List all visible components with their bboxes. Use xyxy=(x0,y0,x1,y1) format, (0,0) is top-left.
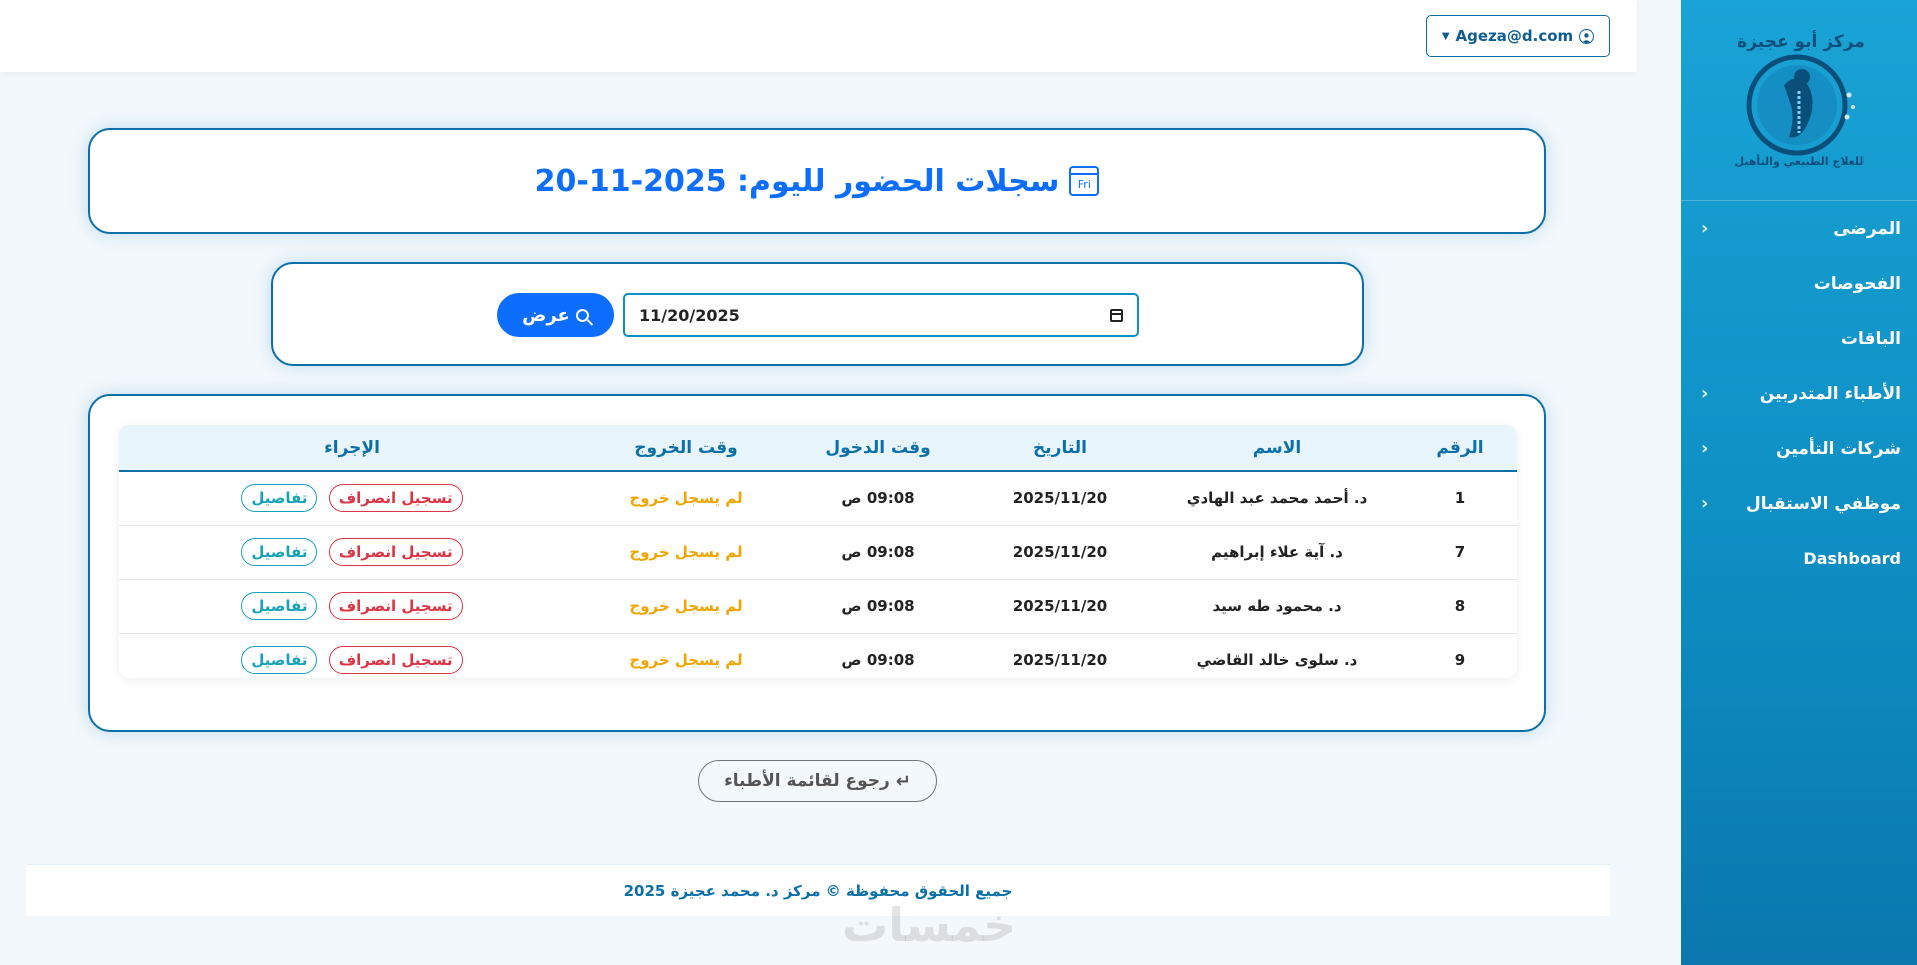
sidebar-item-receptionists[interactable]: موظفي الاستقبال ‹ xyxy=(1681,476,1917,531)
details-button[interactable]: تفاصيل xyxy=(241,538,318,566)
attendance-table-card: الرقم الاسم التاريخ وقت الدخول وقت الخرو… xyxy=(88,394,1546,732)
header-check-out: وقت الخروج xyxy=(634,437,738,458)
table-header-row: الرقم الاسم التاريخ وقت الدخول وقت الخرو… xyxy=(119,425,1517,471)
table-row: 8 د. محمود طه سيد 2025/11/20 09:08 ص لم … xyxy=(119,579,1517,633)
top-navbar: ▼ Ageza@d.com xyxy=(0,0,1637,72)
page-title: سجلات الحضور لليوم: 2025-11-20 xyxy=(534,163,1060,199)
record-departure-button[interactable]: تسجيل انصراف xyxy=(328,592,463,620)
header-id: الرقم xyxy=(1436,437,1484,458)
cell-id: 1 xyxy=(1454,489,1466,508)
footer-copyright: جميع الحقوق محفوظة © مركز د. محمد عجيزة … xyxy=(623,881,1013,900)
chevron-left-icon: ‹ xyxy=(1701,383,1709,404)
sidebar-item-label: الأطباء المتدربين xyxy=(1759,383,1901,404)
cell-date: 2025/11/20 xyxy=(1012,489,1108,508)
sidebar-item-label: المرضى xyxy=(1833,218,1901,239)
user-menu-button[interactable]: ▼ Ageza@d.com xyxy=(1426,15,1610,57)
calendar-picker-icon[interactable] xyxy=(1110,308,1123,322)
cell-check-in: 09:08 ص xyxy=(841,489,915,508)
cell-check-out: لم يسجل خروج xyxy=(629,597,743,615)
sidebar-item-packages[interactable]: الباقات xyxy=(1681,311,1917,366)
cell-check-out: لم يسجل خروج xyxy=(629,651,743,669)
show-button[interactable]: عرض xyxy=(497,293,614,337)
watermark: خمسات xyxy=(842,898,1017,952)
user-circle-icon xyxy=(1579,28,1595,44)
title-card: Fri سجلات الحضور لليوم: 2025-11-20 xyxy=(88,128,1546,234)
cell-id: 8 xyxy=(1454,597,1466,615)
return-arrow-icon: ↵ xyxy=(895,770,911,792)
cell-date: 2025/11/20 xyxy=(1012,651,1108,669)
sidebar-item-label: الباقات xyxy=(1840,328,1901,349)
sidebar-item-label: الفحوصات xyxy=(1813,273,1901,294)
footer: جميع الحقوق محفوظة © مركز د. محمد عجيزة … xyxy=(26,864,1610,916)
cell-check-in: 09:08 ص xyxy=(841,651,915,669)
date-filter-card: 11/20/2025 عرض xyxy=(271,262,1364,366)
cell-actions: تسجيل انصراف تفاصيل xyxy=(119,579,585,633)
sidebar-item-insurance-companies[interactable]: شركات التأمين ‹ xyxy=(1681,421,1917,476)
back-button-label: رجوع لقائمة الأطباء xyxy=(724,771,890,791)
cell-check-out: لم يسجل خروج xyxy=(629,543,743,561)
cell-actions: تسجيل انصراف تفاصيل xyxy=(119,471,585,525)
sidebar-item-dashboard[interactable]: Dashboard xyxy=(1681,531,1917,586)
details-button[interactable]: تفاصيل xyxy=(241,484,318,513)
attendance-table: الرقم الاسم التاريخ وقت الدخول وقت الخرو… xyxy=(119,425,1517,678)
header-name: الاسم xyxy=(1252,437,1302,458)
cell-id: 9 xyxy=(1454,651,1466,669)
sidebar-item-trainee-doctors[interactable]: الأطباء المتدربين ‹ xyxy=(1681,366,1917,421)
user-email: Ageza@d.com xyxy=(1455,27,1574,45)
calendar-day-label: Fri xyxy=(1077,178,1091,191)
cell-check-in: 09:08 ص xyxy=(841,597,915,615)
sidebar: مركز أبو عجيزة للعلاج الطبيعي والتأهيل ا… xyxy=(1681,0,1917,965)
record-departure-button[interactable]: تسجيل انصراف xyxy=(328,484,463,513)
logo-title: مركز أبو عجيزة xyxy=(1737,30,1865,52)
record-departure-button[interactable]: تسجيل انصراف xyxy=(328,538,463,566)
table-row: 1 د. أحمد محمد عبد الهادي 2025/11/20 09:… xyxy=(119,471,1517,525)
cell-actions: تسجيل انصراف تفاصيل xyxy=(119,525,585,579)
cell-name: د. سلوى خالد القاضي xyxy=(1196,651,1358,669)
sidebar-item-label: موظفي الاستقبال xyxy=(1745,493,1901,514)
cell-id: 7 xyxy=(1454,543,1466,561)
date-input[interactable]: 11/20/2025 xyxy=(623,293,1139,337)
record-departure-button[interactable]: تسجيل انصراف xyxy=(328,646,463,674)
table-row: 9 د. سلوى خالد القاضي 2025/11/20 09:08 ص… xyxy=(119,633,1517,678)
cell-check-in: 09:08 ص xyxy=(841,543,915,561)
caret-down-icon: ▼ xyxy=(1441,30,1450,42)
cell-name: د. محمود طه سيد xyxy=(1212,597,1342,615)
sidebar-item-patients[interactable]: المرضى ‹ xyxy=(1681,201,1917,256)
search-icon xyxy=(575,308,589,322)
header-check-in: وقت الدخول xyxy=(825,437,931,458)
chevron-left-icon: ‹ xyxy=(1701,438,1709,459)
center-logo: مركز أبو عجيزة للعلاج الطبيعي والتأهيل xyxy=(1681,0,1917,201)
chevron-left-icon: ‹ xyxy=(1701,218,1709,239)
calendar-icon: Fri xyxy=(1069,166,1100,196)
show-button-label: عرض xyxy=(522,304,570,326)
cell-check-out: لم يسجل خروج xyxy=(629,489,743,508)
chevron-left-icon: ‹ xyxy=(1701,493,1709,514)
date-value: 11/20/2025 xyxy=(639,305,740,325)
logo-subtitle: للعلاج الطبيعي والتأهيل xyxy=(1735,154,1864,169)
sidebar-item-label: Dashboard xyxy=(1803,549,1901,568)
cell-name: د. آية علاء إبراهيم xyxy=(1211,543,1343,561)
table-row: 7 د. آية علاء إبراهيم 2025/11/20 09:08 ص… xyxy=(119,525,1517,579)
sidebar-item-label: شركات التأمين xyxy=(1776,438,1901,459)
cell-actions: تسجيل انصراف تفاصيل xyxy=(119,633,585,678)
details-button[interactable]: تفاصيل xyxy=(241,646,318,674)
cell-name: د. أحمد محمد عبد الهادي xyxy=(1186,489,1368,508)
header-action: الإجراء xyxy=(324,437,380,458)
cell-date: 2025/11/20 xyxy=(1012,597,1108,615)
back-to-doctors-button[interactable]: ↵ رجوع لقائمة الأطباء xyxy=(698,760,937,802)
sidebar-item-examinations[interactable]: الفحوصات xyxy=(1681,256,1917,311)
header-date: التاريخ xyxy=(1033,437,1087,458)
details-button[interactable]: تفاصيل xyxy=(241,592,318,620)
cell-date: 2025/11/20 xyxy=(1012,543,1108,561)
